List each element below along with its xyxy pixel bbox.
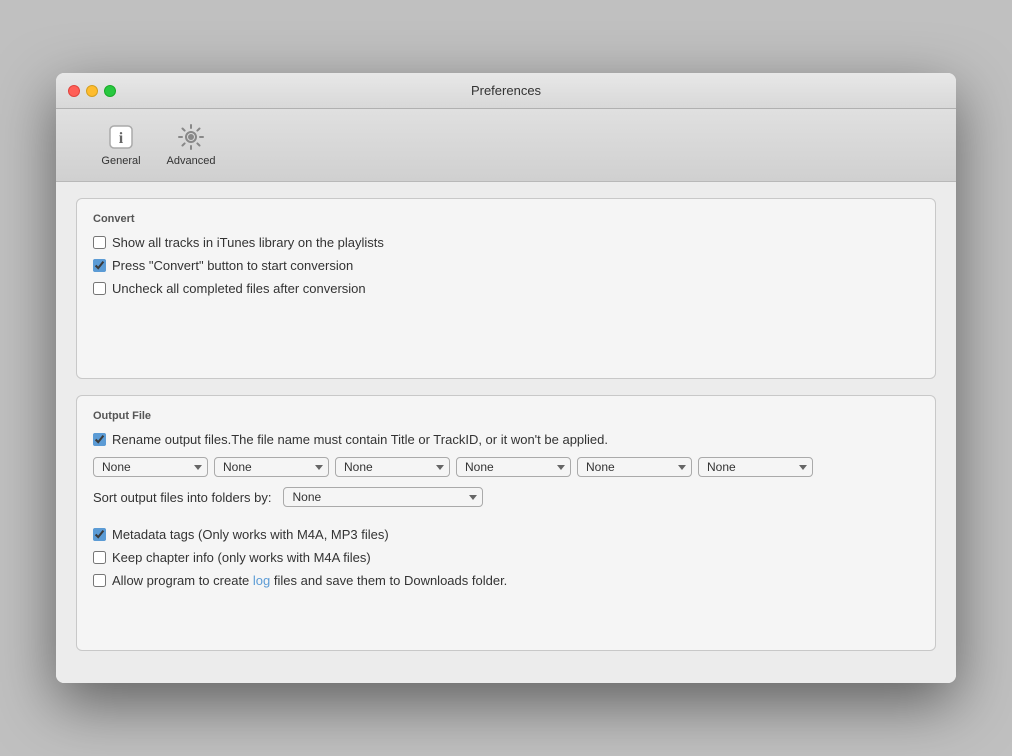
press-convert-checkbox[interactable] bbox=[93, 259, 106, 272]
uncheck-completed-checkbox[interactable] bbox=[93, 282, 106, 295]
chapter-checkbox[interactable] bbox=[93, 551, 106, 564]
checkbox-metadata: Metadata tags (Only works with M4A, MP3 … bbox=[93, 527, 919, 542]
filename-dropdowns: NoneTitleTrackIDArtistAlbum NoneTitleTra… bbox=[93, 457, 919, 477]
traffic-lights bbox=[68, 85, 116, 97]
sort-row: Sort output files into folders by: NoneA… bbox=[93, 487, 919, 507]
filename-dropdown-3[interactable]: NoneTitleTrackIDArtistAlbum bbox=[335, 457, 450, 477]
filename-dropdown-6[interactable]: NoneTitleTrackIDArtistAlbum bbox=[698, 457, 813, 477]
checkbox-uncheck-completed: Uncheck all completed files after conver… bbox=[93, 281, 919, 296]
close-button[interactable] bbox=[68, 85, 80, 97]
sort-dropdown[interactable]: NoneArtistAlbumYear bbox=[283, 487, 483, 507]
log-checkbox[interactable] bbox=[93, 574, 106, 587]
chapter-label: Keep chapter info (only works with M4A f… bbox=[112, 550, 371, 565]
checkbox-rename: Rename output files.The file name must c… bbox=[93, 432, 919, 447]
minimize-button[interactable] bbox=[86, 85, 98, 97]
toolbar-advanced[interactable]: Advanced bbox=[156, 117, 226, 171]
toolbar-general[interactable]: i General bbox=[86, 117, 156, 171]
svg-text:i: i bbox=[119, 130, 124, 147]
checkbox-log: Allow program to create log files and sa… bbox=[93, 573, 919, 588]
convert-section-title: Convert bbox=[93, 213, 919, 225]
log-link[interactable]: log bbox=[253, 573, 270, 588]
checkbox-show-tracks: Show all tracks in iTunes library on the… bbox=[93, 235, 919, 250]
press-convert-label: Press "Convert" button to start conversi… bbox=[112, 258, 353, 273]
output-section: Output File Rename output files.The file… bbox=[76, 395, 936, 651]
maximize-button[interactable] bbox=[104, 85, 116, 97]
uncheck-completed-label: Uncheck all completed files after conver… bbox=[112, 281, 366, 296]
show-tracks-label: Show all tracks in iTunes library on the… bbox=[112, 235, 384, 250]
rename-label: Rename output files.The file name must c… bbox=[112, 432, 608, 447]
general-icon: i bbox=[105, 121, 137, 153]
advanced-icon bbox=[175, 121, 207, 153]
log-label: Allow program to create log files and sa… bbox=[112, 573, 507, 588]
show-tracks-checkbox[interactable] bbox=[93, 236, 106, 249]
advanced-label: Advanced bbox=[167, 155, 216, 167]
checkbox-press-convert: Press "Convert" button to start conversi… bbox=[93, 258, 919, 273]
output-section-title: Output File bbox=[93, 410, 919, 422]
title-bar: Preferences bbox=[56, 73, 956, 109]
convert-section: Convert Show all tracks in iTunes librar… bbox=[76, 198, 936, 379]
filename-dropdown-5[interactable]: NoneTitleTrackIDArtistAlbum bbox=[577, 457, 692, 477]
rename-checkbox[interactable] bbox=[93, 433, 106, 446]
toolbar: i General Advanced bbox=[56, 109, 956, 182]
window-title: Preferences bbox=[471, 83, 541, 98]
filename-dropdown-1[interactable]: NoneTitleTrackIDArtistAlbum bbox=[93, 457, 208, 477]
filename-dropdown-4[interactable]: NoneTitleTrackIDArtistAlbum bbox=[456, 457, 571, 477]
content-area: Convert Show all tracks in iTunes librar… bbox=[56, 182, 956, 683]
sort-label: Sort output files into folders by: bbox=[93, 490, 271, 505]
general-label: General bbox=[101, 155, 140, 167]
filename-dropdown-2[interactable]: NoneTitleTrackIDArtistAlbum bbox=[214, 457, 329, 477]
checkbox-chapter: Keep chapter info (only works with M4A f… bbox=[93, 550, 919, 565]
metadata-checkbox[interactable] bbox=[93, 528, 106, 541]
preferences-window: Preferences i General Advanced bbox=[56, 73, 956, 683]
metadata-label: Metadata tags (Only works with M4A, MP3 … bbox=[112, 527, 389, 542]
